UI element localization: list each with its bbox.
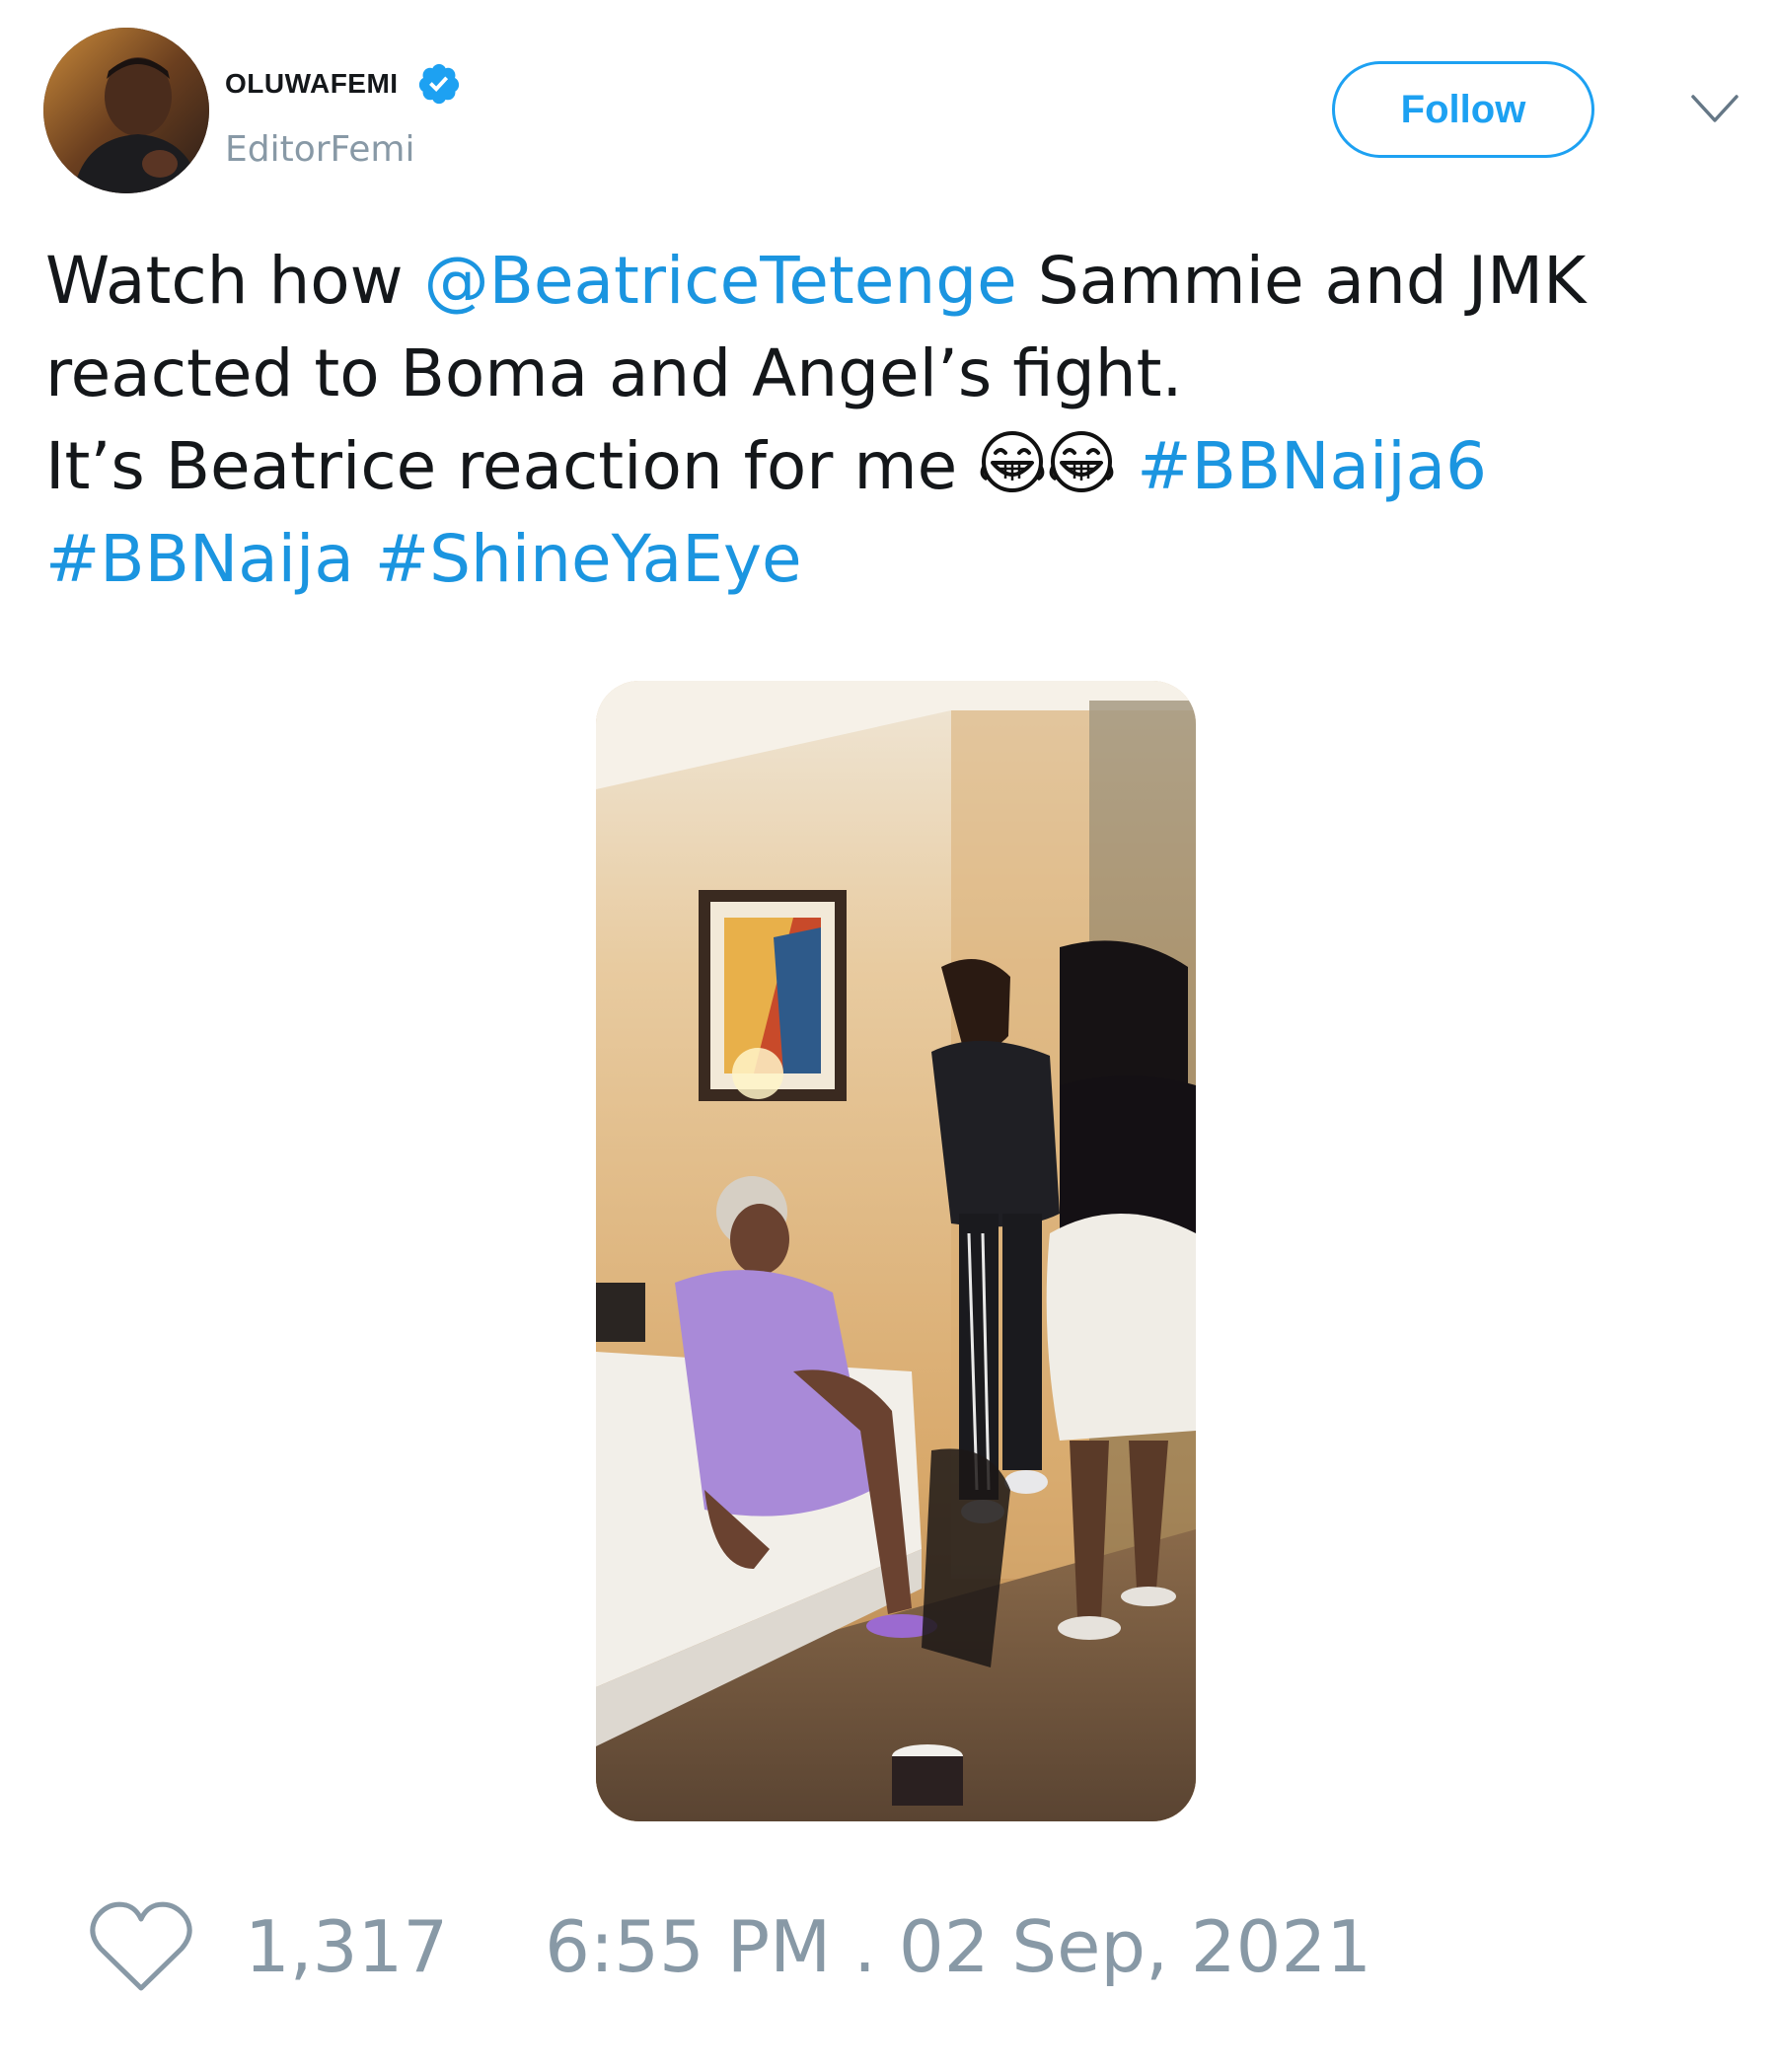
avatar[interactable] [43, 28, 209, 193]
author-handle[interactable]: EditorFemi [225, 128, 415, 172]
tweet-text-segment: Sammie and JMK [1016, 243, 1587, 319]
follow-button[interactable]: Follow [1332, 61, 1594, 158]
mention-link[interactable]: @BeatriceTetenge [424, 243, 1017, 319]
timestamp-link[interactable]: 6:55 PM . 02 Sep, 2021 [545, 1902, 1371, 1991]
verified-badge-icon [418, 63, 460, 105]
tweet-text-segment: Watch how [45, 243, 424, 319]
tweet-footer: 1,317 6:55 PM . 02 Sep, 2021 [87, 1892, 1371, 2001]
tweet-text: Watch how @BeatriceTetenge Sammie and JM… [45, 235, 1742, 606]
laughing-emoji-icon [1049, 431, 1114, 492]
hashtag-link[interactable]: #BBNaija6 [1137, 428, 1487, 504]
video-thumbnail[interactable] [596, 681, 1196, 1821]
like-count: 1,317 [245, 1905, 449, 1988]
hashtag-link[interactable]: #BBNaija [45, 521, 354, 597]
hashtag-link[interactable]: #ShineYaEye [375, 521, 802, 597]
tweet-text-segment: It’s Beatrice reaction for me [45, 428, 979, 504]
tweet-text-segment: reacted to Boma and Angel’s fight. [45, 335, 1183, 411]
laughing-emoji-icon [980, 431, 1045, 492]
heart-icon[interactable] [87, 1899, 195, 1994]
display-name[interactable]: OLUWAFEMI [225, 67, 399, 101]
chevron-down-icon[interactable] [1689, 91, 1740, 126]
